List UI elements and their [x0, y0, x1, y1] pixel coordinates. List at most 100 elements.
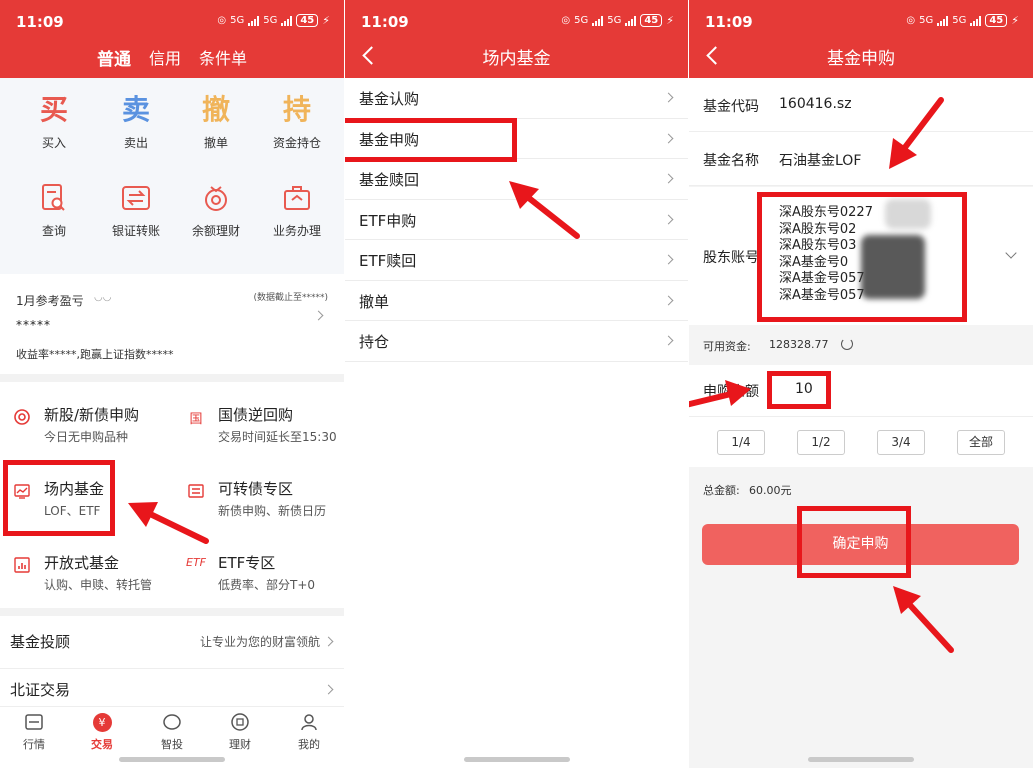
menu-item-etf-purchase[interactable]: ETF申购 [345, 200, 688, 240]
chevron-right-icon [663, 295, 674, 305]
nav-label: 我的 [298, 738, 320, 751]
wealth-icon [210, 711, 270, 733]
network-label-b: 5G [607, 15, 622, 26]
menu-item-fund-subscription[interactable]: 基金认购 [345, 78, 688, 119]
all-button[interactable]: 全部 [957, 430, 1005, 455]
available-value: 128328.77 [769, 338, 829, 351]
chevron-right-icon [313, 310, 324, 321]
battery-icon: 45 [985, 14, 1008, 27]
monthly-profit-card[interactable]: 1月参考盈亏 ◡◡ (数据截止至*****) ***** 收益率*****,跑赢… [0, 282, 344, 372]
profit-value: ***** [16, 318, 51, 332]
trade-badge: ¥ [92, 712, 112, 732]
eye-hidden-icon[interactable]: ◡◡ [94, 292, 111, 303]
menu-item-fund-redemption[interactable]: 基金赎回 [345, 159, 688, 200]
quarter-button[interactable]: 1/4 [717, 430, 765, 455]
bottom-nav: 行情 ¥ 交易 智投 理财 我的 [0, 706, 344, 768]
menu-item-positions[interactable]: 持仓 [345, 321, 688, 362]
query-button[interactable]: 查询 [11, 178, 97, 239]
nav-market[interactable]: 行情 [4, 711, 64, 752]
three-quarter-button[interactable]: 3/4 [877, 430, 925, 455]
cancel-order-button[interactable]: 撤 撤单 [173, 90, 259, 151]
charging-icon: ⚡ [666, 14, 674, 27]
profit-title: 1月参考盈亏 [16, 294, 84, 308]
open-fund-icon [12, 556, 32, 576]
bank-transfer-button[interactable]: 银证转账 [93, 178, 179, 239]
half-button[interactable]: 1/2 [797, 430, 845, 455]
nav-wealth[interactable]: 理财 [210, 711, 270, 752]
menu-item-cancel-order[interactable]: 撤单 [345, 281, 688, 321]
nav-label: 行情 [23, 738, 45, 751]
business-label: 业务办理 [272, 224, 321, 238]
highlight-box [345, 118, 517, 162]
feature-title: ETF专区 [218, 554, 276, 572]
fund-purchase-screen: 11:09 ◎ 5G 5G 45 ⚡ 基金申购 基金代码 160416.sz 基… [689, 0, 1033, 768]
sell-label: 卖出 [123, 136, 148, 150]
nav-label: 智投 [161, 738, 183, 751]
market-icon [4, 711, 64, 733]
convertible-bond-icon [186, 482, 206, 502]
chevron-right-icon [663, 335, 674, 346]
transfer-icon [93, 178, 179, 218]
divider [0, 374, 344, 382]
balance-wealth-icon [173, 178, 259, 218]
menu-item-label: ETF赎回 [359, 252, 417, 270]
positions-label: 资金持仓 [272, 136, 321, 150]
signal-icon [625, 15, 637, 26]
battery-icon: 45 [296, 14, 319, 27]
query-label: 查询 [41, 224, 66, 238]
signal-icon [592, 15, 604, 26]
onsite-fund-screen: 11:09 ◎ 5G 5G 45 ⚡ 场内基金 基金认购 基金申购 基金赎回 E… [345, 0, 688, 768]
nav-profile[interactable]: 我的 [279, 711, 339, 752]
network-label-b: 5G [952, 15, 967, 26]
balance-wealth-label: 余额理财 [191, 224, 240, 238]
feature-subtitle: 今日无申购品种 [44, 430, 129, 444]
chevron-right-icon [663, 254, 674, 265]
home-indicator[interactable] [119, 757, 225, 762]
positions-button[interactable]: 持 资金持仓 [254, 90, 340, 151]
feature-title: 新股/新债申购 [44, 406, 140, 424]
nav-trade[interactable]: ¥ 交易 [72, 711, 132, 752]
trade-home-screen: 11:09 ◎ 5G 5G 45 ⚡ 普通 信用 条件单 买 买入 卖 卖出 撤… [0, 0, 344, 768]
balance-wealth-button[interactable]: 余额理财 [173, 178, 259, 239]
nav-smart-invest[interactable]: 智投 [142, 711, 202, 752]
menu-item-label: 基金赎回 [359, 171, 420, 189]
bse-trading-row[interactable]: 北证交易 [0, 668, 344, 708]
network-label-a: 5G [919, 15, 934, 26]
sell-button[interactable]: 卖 卖出 [93, 90, 179, 151]
amount-row: 申购金额 10 [689, 365, 1033, 417]
total-label: 总金额: [703, 484, 740, 497]
profit-date-note: (数据截止至*****) [253, 293, 328, 303]
signal-icon [248, 15, 260, 26]
highlight-box [767, 371, 831, 409]
nav-label: 理财 [229, 738, 251, 751]
status-icons: ◎ 5G 5G 45 ⚡ [217, 14, 330, 27]
menu-item-etf-redemption[interactable]: ETF赎回 [345, 240, 688, 281]
fund-advisor-row[interactable]: 基金投顾 让专业为您的财富领航 [0, 621, 344, 661]
home-indicator[interactable] [463, 757, 570, 762]
tab-conditional-order[interactable]: 条件单 [199, 45, 247, 70]
fund-code-input[interactable]: 160416.sz [779, 96, 852, 112]
hotspot-icon: ◎ [561, 15, 571, 26]
network-label-a: 5G [230, 15, 245, 26]
buy-button[interactable]: 买 买入 [11, 90, 97, 151]
feature-subtitle: 新债申购、新债日历 [218, 504, 327, 518]
page-title: 场内基金 [482, 49, 551, 69]
tab-normal[interactable]: 普通 [97, 45, 131, 70]
refresh-icon[interactable] [841, 338, 853, 350]
chevron-right-icon [663, 133, 674, 143]
business-button[interactable]: 业务办理 [254, 178, 340, 239]
chevron-down-icon[interactable] [1005, 247, 1017, 259]
divider [0, 608, 344, 616]
home-indicator[interactable] [808, 757, 914, 762]
sell-icon: 卖 [121, 93, 150, 126]
network-label-b: 5G [263, 15, 278, 26]
highlight-box [3, 460, 115, 536]
tab-credit[interactable]: 信用 [149, 45, 181, 70]
fund-code-label: 基金代码 [703, 99, 759, 115]
available-funds-bar: 可用资金: 128328.77 [689, 325, 1033, 365]
chevron-right-icon [323, 684, 334, 695]
chevron-right-icon [663, 92, 674, 103]
total-value: 60.00元 [749, 484, 792, 497]
top-bar: 11:09 ◎ 5G 5G 45 ⚡ 场内基金 [345, 0, 688, 78]
menu-item-label: ETF申购 [359, 211, 417, 230]
